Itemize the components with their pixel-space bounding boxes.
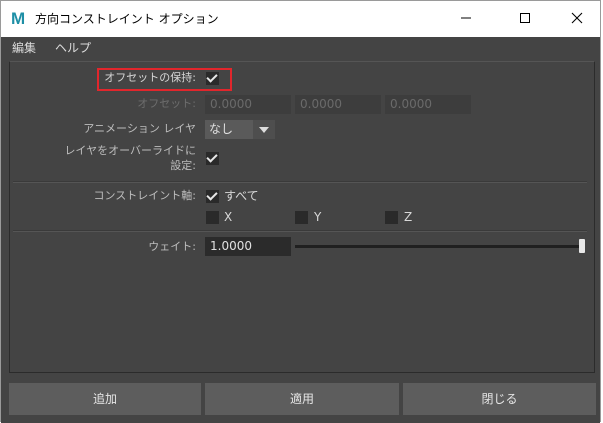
axis-y-label: Y bbox=[314, 210, 322, 224]
maximize-button[interactable] bbox=[502, 1, 548, 35]
bottom-strip bbox=[1, 417, 600, 423]
close-button[interactable]: 閉じる bbox=[403, 383, 596, 415]
axis-y-checkbox[interactable] bbox=[295, 211, 308, 224]
apply-button[interactable]: 適用 bbox=[205, 383, 399, 415]
dropdown-arrow-icon bbox=[253, 120, 275, 139]
menu-bar: 編集 ヘルプ bbox=[1, 37, 600, 59]
separator-bottom bbox=[13, 230, 587, 232]
animation-layer-label: アニメーション レイヤ bbox=[83, 122, 196, 135]
override-layer-checkbox[interactable] bbox=[206, 152, 219, 165]
animation-layer-dropdown[interactable]: なし bbox=[205, 120, 275, 139]
title-bar[interactable]: M 方向コンストレイント オプション bbox=[1, 1, 600, 37]
options-window: M 方向コンストレイント オプション 編集 ヘルプ オフセットの保持: オフセッ… bbox=[0, 0, 601, 423]
add-button[interactable]: 追加 bbox=[9, 383, 201, 415]
axis-all-label: すべて bbox=[224, 189, 259, 203]
menu-help[interactable]: ヘルプ bbox=[55, 40, 91, 56]
separator-top bbox=[13, 181, 587, 183]
close-icon bbox=[571, 12, 583, 24]
offset-x-field[interactable]: 0.0000 bbox=[205, 95, 291, 114]
offset-z-field[interactable]: 0.0000 bbox=[385, 95, 471, 114]
weight-label: ウェイト: bbox=[148, 240, 196, 253]
offset-label: オフセット: bbox=[137, 97, 196, 110]
constraint-axes-label: コンストレイント軸: bbox=[93, 189, 197, 202]
axis-z-label: Z bbox=[404, 210, 413, 224]
maximize-icon bbox=[520, 13, 530, 23]
axis-x-label: X bbox=[224, 210, 233, 224]
menu-edit[interactable]: 編集 bbox=[12, 40, 36, 56]
override-layer-label-line2: 設定: bbox=[170, 159, 196, 172]
window-title: 方向コンストレイント オプション bbox=[35, 12, 219, 26]
minimize-icon bbox=[461, 17, 471, 19]
close-window-button[interactable] bbox=[554, 1, 600, 35]
axis-all-checkbox[interactable] bbox=[206, 190, 219, 203]
axis-z-checkbox[interactable] bbox=[385, 211, 398, 224]
weight-slider-track[interactable] bbox=[295, 245, 585, 248]
axis-x-checkbox[interactable] bbox=[206, 211, 219, 224]
override-layer-label-line1: レイヤをオーバーライドに bbox=[64, 144, 196, 157]
weight-field[interactable]: 1.0000 bbox=[205, 237, 291, 256]
minimize-button[interactable] bbox=[443, 1, 489, 35]
maya-app-icon: M bbox=[11, 9, 26, 28]
highlight-box bbox=[97, 68, 232, 91]
animation-layer-value: なし bbox=[209, 122, 234, 136]
weight-slider-handle[interactable] bbox=[579, 239, 585, 253]
offset-y-field[interactable]: 0.0000 bbox=[295, 95, 381, 114]
